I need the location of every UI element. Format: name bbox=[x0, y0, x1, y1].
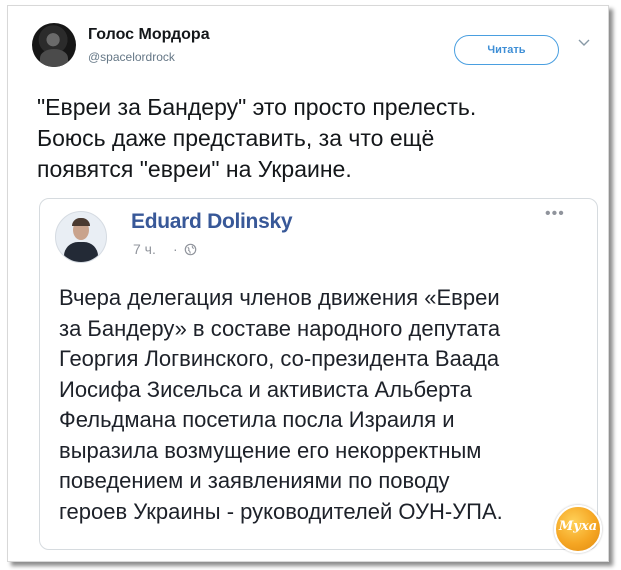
post-body-line: Фельдмана посетила посла Израиля и bbox=[59, 407, 455, 432]
tweet-text: "Евреи за Бандеру" это просто прелесть. … bbox=[37, 92, 597, 185]
embedded-post-screenshot[interactable]: Eduard Dolinsky 7 ч. · ••• Вчера делегац… bbox=[39, 198, 598, 550]
post-body: Вчера делегация членов движения «Евреи з… bbox=[59, 283, 579, 527]
post-body-line: поведением и заявлениями по поводу bbox=[59, 468, 450, 493]
post-author-name: Eduard Dolinsky bbox=[131, 210, 293, 233]
tweet-text-line: "Евреи за Бандеру" это просто прелесть. bbox=[37, 94, 477, 120]
post-time-separator: · bbox=[173, 241, 178, 257]
tweet-text-line: Боюсь даже представить, за что ещё bbox=[37, 125, 435, 151]
tweet-card: Голос Мордора @spacelordrock Читать "Евр… bbox=[7, 5, 609, 562]
post-body-line: Георгия Логвинского, со-президента Ваада bbox=[59, 346, 500, 371]
post-body-line: Вчера делегация членов движения «Евреи bbox=[59, 285, 500, 310]
watermark-logo: Муха bbox=[554, 505, 602, 553]
more-options-icon: ••• bbox=[545, 205, 565, 222]
watermark-text: Муха bbox=[558, 519, 598, 534]
author-name[interactable]: Голос Мордора bbox=[88, 26, 210, 44]
post-body-line: героев Украины - руководителей ОУН-УПА. bbox=[59, 498, 503, 524]
post-body-line: за Бандеру» в составе народного депутата bbox=[59, 315, 501, 341]
follow-button[interactable]: Читать bbox=[454, 35, 559, 65]
post-body-line: выразила возмущение его некорректным bbox=[59, 437, 482, 463]
globe-icon bbox=[184, 243, 197, 256]
post-time: 7 ч. bbox=[133, 241, 156, 257]
author-handle[interactable]: @spacelordrock bbox=[88, 50, 175, 64]
author-avatar[interactable] bbox=[32, 23, 76, 67]
post-author-avatar bbox=[55, 211, 107, 263]
chevron-down-icon[interactable] bbox=[576, 34, 592, 50]
tweet-text-line: появятся "евреи" на Украине. bbox=[37, 156, 352, 182]
post-body-line: Иосифа Зисельса и активиста Альберта bbox=[59, 376, 472, 402]
